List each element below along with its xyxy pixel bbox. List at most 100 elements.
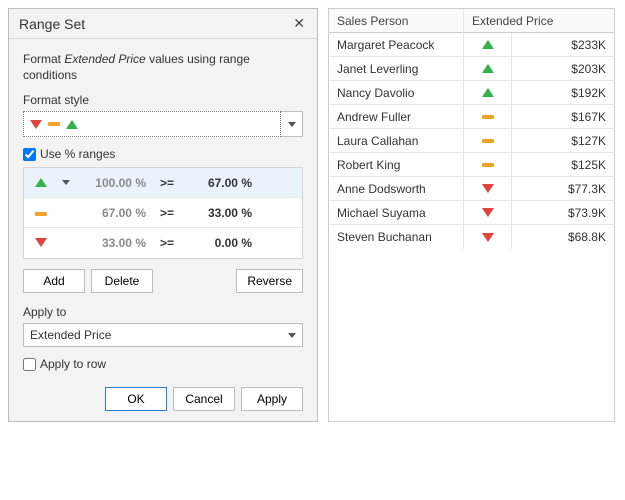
chevron-down-icon [62,180,70,185]
cell-sales-person: Janet Leverling [329,57,464,81]
apply-to-row-label: Apply to row [40,357,106,371]
column-header-name[interactable]: Sales Person [329,9,464,33]
cell-status-icon [464,225,512,249]
range-row[interactable]: 100.00 %>=67.00 % [24,168,302,198]
cell-status-icon [464,57,512,81]
cell-extended-price: $73.9K [512,201,614,225]
table-row: Andrew Fuller $167K [329,105,614,129]
range-from-value[interactable]: 67.00 % [78,206,150,220]
table-row: Anne Dodsworth $77.3K [329,177,614,201]
green-up-arrow-icon [66,120,78,129]
chevron-down-icon [288,122,296,127]
cell-sales-person: Margaret Peacock [329,33,464,57]
range-from-value[interactable]: 33.00 % [78,236,150,250]
red-down-arrow-icon [30,120,42,129]
table-header: Sales Person Extended Price [329,9,614,33]
table-row: Janet Leverling $203K [329,57,614,81]
use-percent-ranges-input[interactable] [23,148,36,161]
cell-status-icon [464,129,512,153]
column-header-value[interactable]: Extended Price [464,9,614,33]
cell-extended-price: $125K [512,153,614,177]
table-row: Robert King $125K [329,153,614,177]
green-up-arrow-icon [35,178,47,187]
ok-button[interactable]: OK [105,387,167,411]
results-table: Sales Person Extended Price Margaret Pea… [328,8,615,422]
cell-status-icon [464,81,512,105]
green-up-arrow-icon [482,40,494,49]
cell-status-icon [464,201,512,225]
red-down-arrow-icon [482,233,494,242]
apply-to-value: Extended Price [30,328,111,342]
range-operator[interactable]: >= [150,236,184,250]
yellow-dash-icon [482,139,494,143]
range-to-value[interactable]: 67.00 % [184,176,256,190]
cell-extended-price: $203K [512,57,614,81]
cell-extended-price: $167K [512,105,614,129]
cell-extended-price: $68.8K [512,225,614,249]
red-down-arrow-icon [482,208,494,217]
cell-sales-person: Michael Suyama [329,201,464,225]
range-icon-cell[interactable] [24,176,58,190]
cell-extended-price: $233K [512,33,614,57]
cell-sales-person: Anne Dodsworth [329,177,464,201]
chevron-down-icon [288,333,296,338]
format-style-label: Format style [23,93,303,107]
range-row[interactable]: 67.00 %>=33.00 % [24,198,302,228]
green-up-arrow-icon [482,64,494,73]
dialog-title: Range Set [19,16,289,32]
cell-sales-person: Robert King [329,153,464,177]
yellow-dash-icon [482,115,494,119]
range-icon-dropdown[interactable] [58,177,78,188]
cell-status-icon [464,105,512,129]
add-button[interactable]: Add [23,269,85,293]
cancel-button[interactable]: Cancel [173,387,235,411]
cell-extended-price: $192K [512,81,614,105]
apply-button[interactable]: Apply [241,387,303,411]
range-row[interactable]: 33.00 %>=0.00 % [24,228,302,258]
apply-to-label: Apply to [23,305,303,319]
range-to-value[interactable]: 33.00 % [184,206,256,220]
red-down-arrow-icon [482,184,494,193]
desc-prefix: Format [23,52,64,66]
green-up-arrow-icon [482,88,494,97]
cell-sales-person: Andrew Fuller [329,105,464,129]
use-percent-ranges-label: Use % ranges [40,147,115,161]
apply-to-row-checkbox[interactable]: Apply to row [23,357,303,371]
close-icon[interactable]: ✕ [289,15,309,32]
cell-extended-price: $77.3K [512,177,614,201]
range-icon-cell[interactable] [24,236,58,250]
cell-sales-person: Laura Callahan [329,129,464,153]
table-row: Steven Buchanan $68.8K [329,225,614,249]
dialog-header: Range Set ✕ [9,9,317,39]
cell-status-icon [464,33,512,57]
use-percent-ranges-checkbox[interactable]: Use % ranges [23,147,303,161]
table-row: Michael Suyama $73.9K [329,201,614,225]
format-style-select[interactable] [23,111,281,137]
range-to-value[interactable]: 0.00 % [184,236,256,250]
yellow-dash-icon [482,163,494,167]
yellow-dash-icon [48,122,60,126]
range-set-dialog: Range Set ✕ Format Extended Price values… [8,8,318,422]
description-text: Format Extended Price values using range… [23,51,303,83]
red-down-arrow-icon [35,238,47,247]
desc-field: Extended Price [64,52,145,66]
cell-sales-person: Nancy Davolio [329,81,464,105]
cell-extended-price: $127K [512,129,614,153]
range-icon-cell[interactable] [24,206,58,220]
cell-sales-person: Steven Buchanan [329,225,464,249]
cell-status-icon [464,153,512,177]
table-row: Nancy Davolio $192K [329,81,614,105]
table-row: Margaret Peacock $233K [329,33,614,57]
apply-to-select[interactable]: Extended Price [23,323,303,347]
apply-to-row-input[interactable] [23,358,36,371]
range-grid: 100.00 %>=67.00 %67.00 %>=33.00 %33.00 %… [23,167,303,259]
reverse-button[interactable]: Reverse [236,269,303,293]
range-operator[interactable]: >= [150,176,184,190]
range-from-value[interactable]: 100.00 % [78,176,150,190]
delete-button[interactable]: Delete [91,269,153,293]
cell-status-icon [464,177,512,201]
table-row: Laura Callahan $127K [329,129,614,153]
yellow-dash-icon [35,212,47,216]
range-operator[interactable]: >= [150,206,184,220]
format-style-dropdown-button[interactable] [281,111,303,137]
